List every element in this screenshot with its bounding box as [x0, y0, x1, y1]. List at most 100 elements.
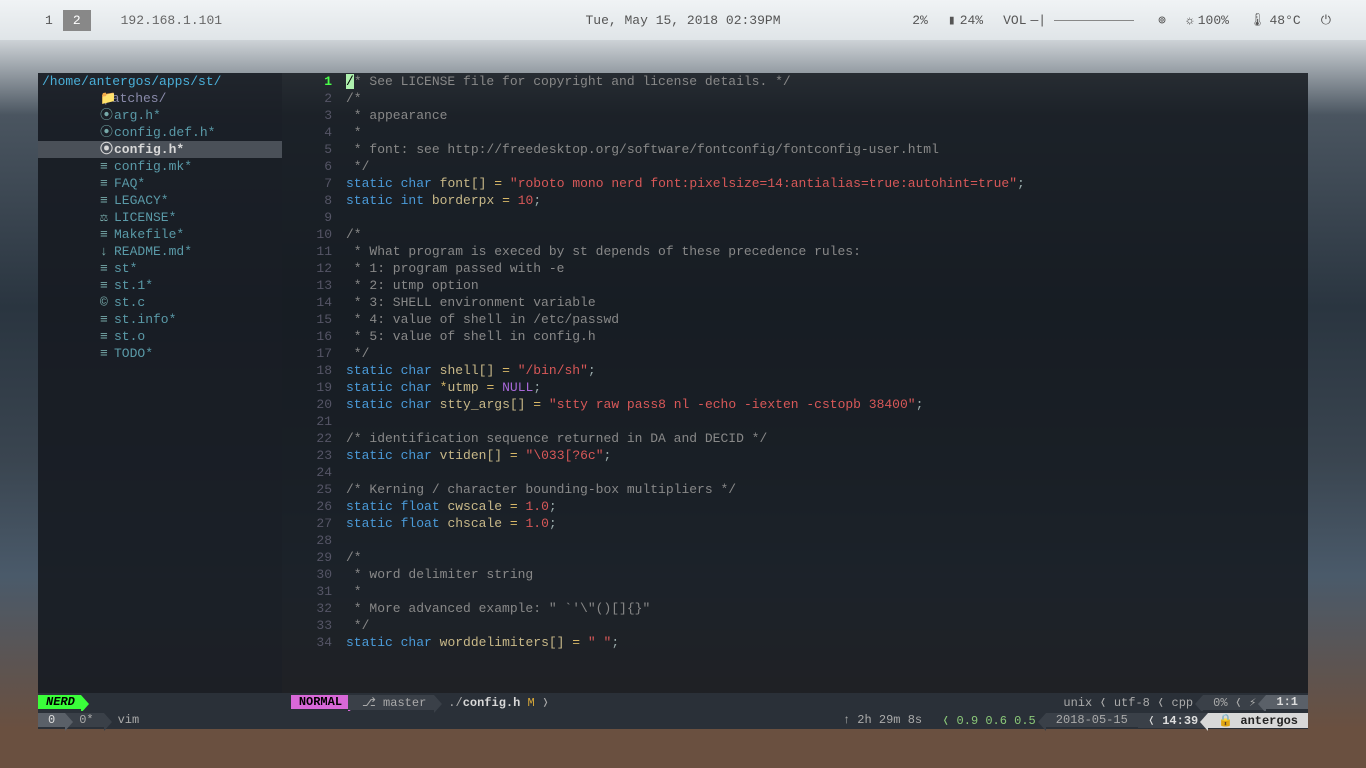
tmux-session[interactable]: 0	[38, 713, 65, 727]
file-icon: ≡	[100, 260, 108, 277]
file-item[interactable]: ≡st.1*	[38, 277, 282, 294]
file-item[interactable]: ↓README.md*	[38, 243, 282, 260]
nerdtree-badge: NERD	[38, 695, 81, 709]
file-icon: ↓	[100, 243, 108, 260]
file-icon: ≡	[100, 192, 108, 209]
file-item[interactable]: ⚖LICENSE*	[38, 209, 282, 226]
file-item[interactable]: ≡st*	[38, 260, 282, 277]
top-status-bar: 1 2 192.168.1.101 Tue, May 15, 2018 02:3…	[0, 0, 1366, 40]
code-line[interactable]: static char font[] = "roboto mono nerd f…	[346, 175, 1308, 192]
file-icon: ≡	[100, 226, 108, 243]
code-line[interactable]: static int borderpx = 10;	[346, 192, 1308, 209]
file-icon: ⦿	[100, 107, 113, 124]
code-line[interactable]: *	[346, 583, 1308, 600]
code-content[interactable]: /* See LICENSE file for copyright and li…	[338, 73, 1308, 693]
file-icon: ≡	[100, 158, 108, 175]
line-numbers: 1234567891011121314151617181920212223242…	[282, 73, 338, 693]
file-icon: ≡	[100, 345, 108, 362]
code-line[interactable]: static char worddelimiters[] = " ";	[346, 634, 1308, 651]
system-tray: 2% ▮ 24% VOL —| ⊚ ☼ 100% 🌡 48°C ⏻	[912, 13, 1331, 28]
file-item[interactable]: ≡config.mk*	[38, 158, 282, 175]
code-line[interactable]: * What program is execed by st depends o…	[346, 243, 1308, 260]
code-line[interactable]: * 2: utmp option	[346, 277, 1308, 294]
code-line[interactable]: * More advanced example: " `'\"()[]{}"	[346, 600, 1308, 617]
code-line[interactable]	[346, 464, 1308, 481]
file-icon: ≡	[100, 328, 108, 345]
code-line[interactable]	[346, 413, 1308, 430]
code-line[interactable]: static char shell[] = "/bin/sh";	[346, 362, 1308, 379]
file-item[interactable]: ≡st.info*	[38, 311, 282, 328]
file-icon: ©	[100, 294, 108, 311]
file-item[interactable]: ≡Makefile*	[38, 226, 282, 243]
code-line[interactable]: */	[346, 345, 1308, 362]
file-tree[interactable]: /home/antergos/apps/st/ 📁patches/⦿arg.h*…	[38, 73, 282, 693]
code-line[interactable]: static float chscale = 1.0;	[346, 515, 1308, 532]
battery-indicator: ▮ 24%	[948, 13, 983, 28]
code-line[interactable]: * 3: SHELL environment variable	[346, 294, 1308, 311]
code-line[interactable]: /*	[346, 226, 1308, 243]
code-line[interactable]: /* Kerning / character bounding-box mult…	[346, 481, 1308, 498]
ip-address: 192.168.1.101	[121, 13, 222, 28]
code-line[interactable]: * word delimiter string	[346, 566, 1308, 583]
datetime: Tue, May 15, 2018 02:39PM	[585, 13, 780, 28]
code-line[interactable]: * 1: program passed with -e	[346, 260, 1308, 277]
file-icon: 📁	[100, 90, 116, 107]
file-item[interactable]: 📁patches/	[38, 90, 282, 107]
git-branch: ⎇ master	[348, 695, 434, 710]
current-path: /home/antergos/apps/st/	[38, 73, 282, 90]
file-icon: ⦿	[100, 141, 113, 158]
code-line[interactable]	[346, 532, 1308, 549]
code-line[interactable]: *	[346, 124, 1308, 141]
file-path: ./config.h M ❭	[434, 695, 559, 710]
file-item[interactable]: ⦿config.def.h*	[38, 124, 282, 141]
code-line[interactable]: */	[346, 158, 1308, 175]
code-line[interactable]: */	[346, 617, 1308, 634]
code-line[interactable]: * appearance	[346, 107, 1308, 124]
temperature-indicator: 🌡 48°C	[1249, 13, 1301, 28]
code-line[interactable]: /* See LICENSE file for copyright and li…	[346, 73, 1308, 90]
wifi-icon: ⊚	[1158, 13, 1166, 28]
file-item[interactable]: ≡LEGACY*	[38, 192, 282, 209]
vim-statusline: NERD NORMAL ⎇ master ./config.h M ❭ unix…	[38, 693, 1308, 711]
code-line[interactable]: * font: see http://freedesktop.org/softw…	[346, 141, 1308, 158]
file-icon: ≡	[100, 311, 108, 328]
terminal-window[interactable]: /home/antergos/apps/st/ 📁patches/⦿arg.h*…	[38, 73, 1308, 729]
tmux-date: 2018-05-15	[1046, 713, 1138, 727]
code-line[interactable]: /* identification sequence returned in D…	[346, 430, 1308, 447]
scroll-percent: 0% ❬ ⚡	[1203, 695, 1266, 710]
cursor-position: 1:1	[1266, 695, 1308, 709]
tmux-statusline: 0 0* vim ↑ 2h 29m 8s ❬ 0.9 0.6 0.5 2018-…	[38, 711, 1308, 729]
workspace-switcher: 1 2	[35, 10, 91, 31]
tmux-time: ❬ 14:39	[1138, 713, 1208, 728]
vim-mode: NORMAL	[291, 695, 348, 709]
workspace-2[interactable]: 2	[63, 10, 91, 31]
file-icon: ≡	[100, 175, 108, 192]
cpu-indicator: 2%	[912, 13, 928, 28]
file-item[interactable]: ≡st.o	[38, 328, 282, 345]
code-line[interactable]: static char *utmp = NULL;	[346, 379, 1308, 396]
file-format: unix ❬ utf-8 ❬ cpp	[1049, 695, 1203, 710]
code-line[interactable]: static char stty_args[] = "stty raw pass…	[346, 396, 1308, 413]
uptime: ↑ 2h 29m 8s	[833, 713, 932, 727]
code-line[interactable]: static float cwscale = 1.0;	[346, 498, 1308, 515]
file-item[interactable]: ≡TODO*	[38, 345, 282, 362]
load-average: ❬ 0.9 0.6 0.5	[932, 713, 1046, 728]
power-icon[interactable]: ⏻	[1321, 13, 1331, 28]
file-icon: ⚖	[100, 209, 108, 226]
file-item[interactable]: ⦿arg.h*	[38, 107, 282, 124]
code-editor[interactable]: 1234567891011121314151617181920212223242…	[282, 73, 1308, 693]
workspace-1[interactable]: 1	[35, 10, 63, 31]
code-line[interactable]	[346, 209, 1308, 226]
file-item[interactable]: ©st.c	[38, 294, 282, 311]
file-item[interactable]: ⦿config.h*	[38, 141, 282, 158]
file-icon: ≡	[100, 277, 108, 294]
code-line[interactable]: /*	[346, 90, 1308, 107]
code-line[interactable]: * 5: value of shell in config.h	[346, 328, 1308, 345]
brightness-indicator: ☼ 100%	[1186, 13, 1229, 28]
code-line[interactable]: static char vtiden[] = "\033[?6c";	[346, 447, 1308, 464]
file-icon: ⦿	[100, 124, 113, 141]
volume-indicator[interactable]: VOL —|	[1003, 13, 1138, 28]
code-line[interactable]: /*	[346, 549, 1308, 566]
file-item[interactable]: ≡FAQ*	[38, 175, 282, 192]
code-line[interactable]: * 4: value of shell in /etc/passwd	[346, 311, 1308, 328]
